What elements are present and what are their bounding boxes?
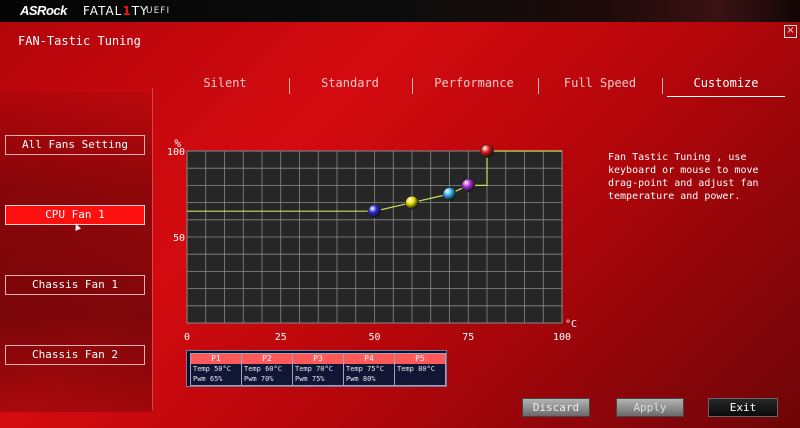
drag-point-p1[interactable]	[367, 204, 382, 218]
x-tick-label: 100	[553, 332, 571, 341]
drag-point-p2[interactable]	[405, 195, 419, 210]
tab-customize[interactable]: Customize	[667, 76, 785, 97]
y-tick-label: 50	[173, 233, 185, 244]
y-tick-label: 100	[167, 147, 185, 158]
drag-point-p4[interactable]	[461, 178, 476, 193]
discard-button[interactable]: Discard	[522, 398, 590, 417]
sidebar-item-all-fans[interactable]: All Fans Setting	[5, 135, 145, 155]
point-pwm: Pwm 80%	[346, 375, 376, 383]
point-temp: Temp 75°C	[346, 365, 384, 373]
point-temp: Temp 80°C	[397, 365, 435, 373]
sidebar-item-chassis-fan-2[interactable]: Chassis Fan 2	[5, 345, 145, 365]
point-cell-p1[interactable]: P1 Temp 50°C Pwm 65%	[190, 353, 242, 386]
point-temp: Temp 70°C	[295, 365, 333, 373]
sidebar-item-cpu-fan-1[interactable]: CPU Fan 1	[5, 205, 145, 225]
point-temp: Temp 50°C	[193, 365, 231, 373]
x-tick-label: 25	[275, 332, 287, 341]
x-tick-label: 0	[184, 332, 190, 341]
asrock-logo: ASRock	[20, 3, 67, 18]
fan-curve-chart[interactable]: %°C0 25 50 75 10050100	[162, 136, 592, 341]
sidebar-item-chassis-fan-1[interactable]: Chassis Fan 1	[5, 275, 145, 295]
point-cell-p2[interactable]: P2 Temp 60°C Pwm 70%	[241, 353, 293, 386]
divider	[152, 88, 153, 410]
apply-button[interactable]: Apply	[616, 398, 684, 417]
uefi-label: UEFI	[146, 6, 171, 16]
point-temp: Temp 60°C	[244, 365, 282, 373]
point-cell-p5[interactable]: P5 Temp 80°C	[394, 353, 446, 386]
exit-button[interactable]: Exit	[708, 398, 778, 417]
point-name: P1	[191, 354, 241, 364]
help-description: Fan Tastic Tuning , use keyboard or mous…	[608, 152, 759, 202]
page-title: FAN-Tastic Tuning	[18, 34, 141, 48]
point-panel: P1 Temp 50°C Pwm 65% P2 Temp 60°C Pwm 70% P3 Te…	[186, 350, 447, 387]
point-name: P5	[395, 354, 445, 364]
point-cell-p3[interactable]: P3 Temp 70°C Pwm 75%	[292, 353, 344, 386]
tab-performance[interactable]: Performance	[413, 76, 535, 96]
tab-standard[interactable]: Standard	[290, 76, 410, 96]
x-tick-label: 75	[462, 332, 474, 341]
x-axis-label: °C	[565, 319, 577, 330]
tab-full-speed[interactable]: Full Speed	[540, 76, 660, 96]
point-pwm: Pwm 75%	[295, 375, 325, 383]
x-tick-label: 50	[368, 332, 380, 341]
tab-silent[interactable]: Silent	[165, 76, 285, 96]
point-cell-p4[interactable]: P4 Temp 75°C Pwm 80%	[343, 353, 395, 386]
tab-separator	[538, 78, 539, 94]
point-name: P2	[242, 354, 292, 364]
top-bar: ASRock FATAL1TY UEFI	[0, 0, 800, 22]
drag-point-p5[interactable]	[480, 144, 494, 158]
tab-separator	[662, 78, 663, 94]
point-name: P3	[293, 354, 343, 364]
point-pwm: Pwm 70%	[244, 375, 274, 383]
drag-point-p3[interactable]	[442, 187, 457, 201]
point-pwm: Pwm 65%	[193, 375, 223, 383]
point-name: P4	[344, 354, 394, 364]
fatality-logo: FATAL1TY	[83, 4, 149, 18]
close-icon[interactable]: ×	[784, 25, 797, 38]
